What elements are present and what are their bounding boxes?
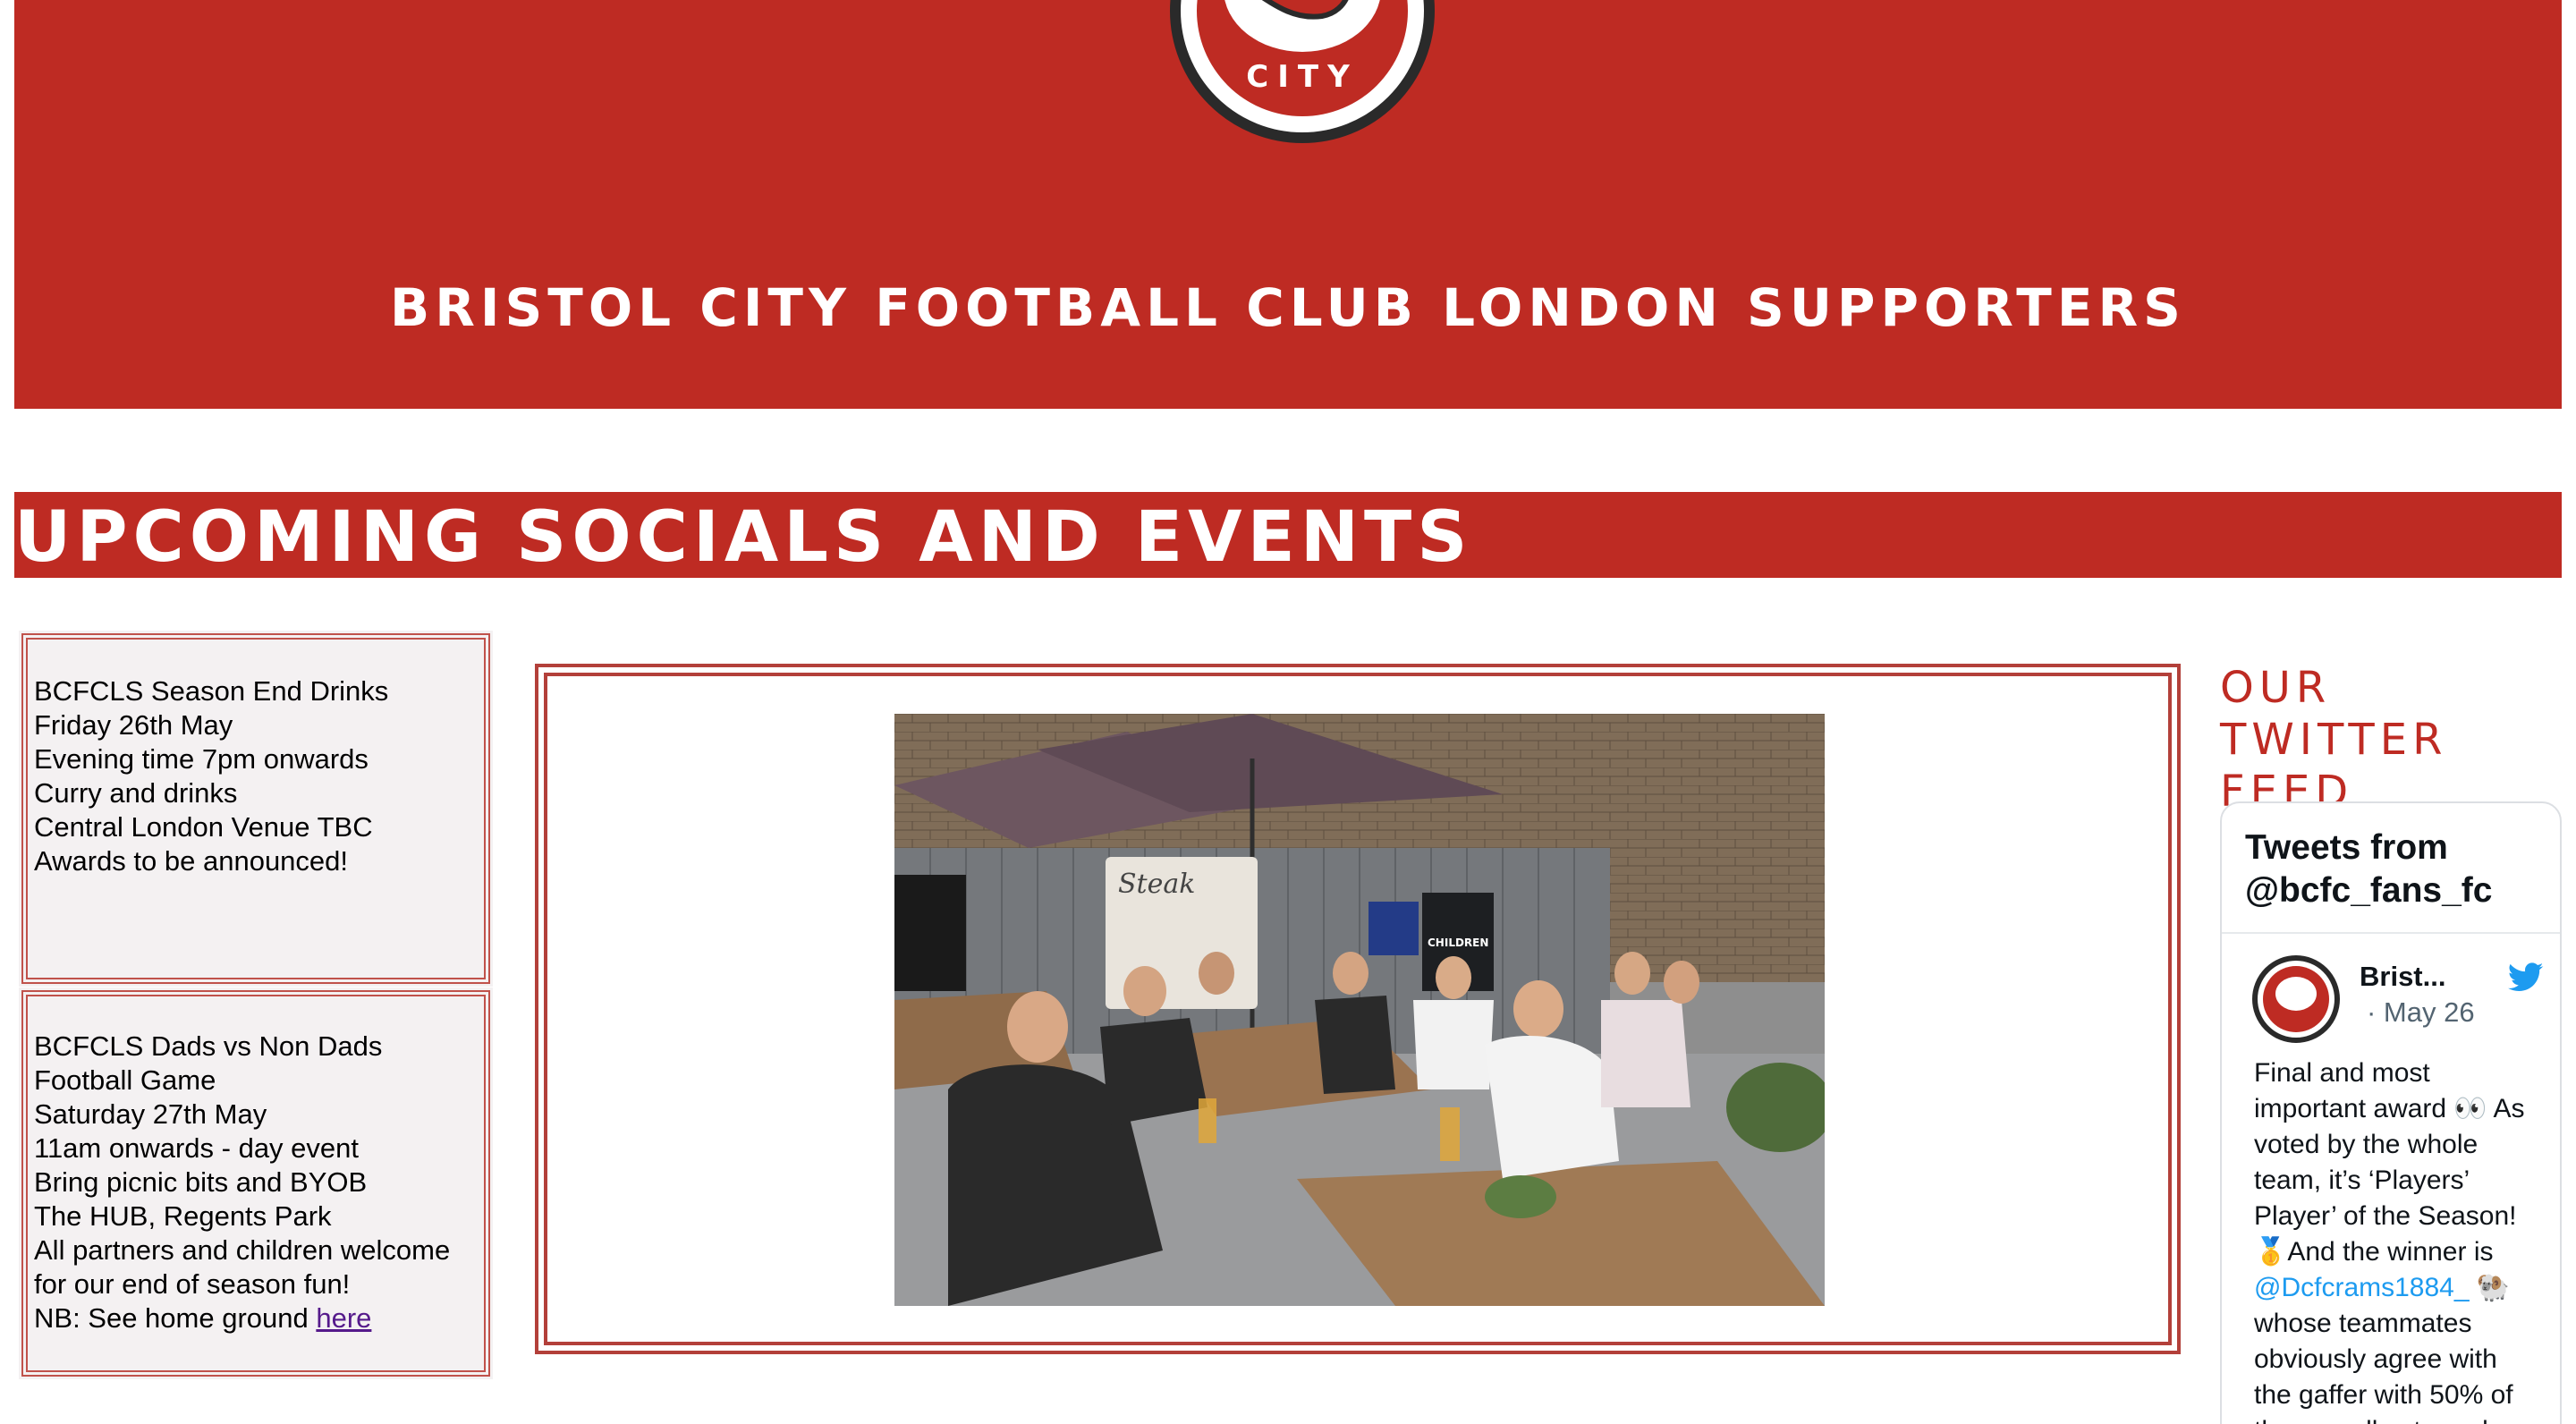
event-line: Awards to be announced! [34,845,349,877]
tweet-mention-link[interactable]: @Dcfcrams1884_ [2254,1273,2470,1302]
twitter-timeline-widget[interactable]: Tweets from @bcfc_fans_fc Brist... · May… [2220,801,2562,1424]
home-ground-link[interactable]: here [316,1302,371,1334]
site-title: BRISTOL CITY FOOTBALL CLUB LONDON SUPPOR… [390,277,2186,338]
site-header: CITY BRISTOL CITY FOOTBALL CLUB LONDON S… [14,0,2562,409]
sign-children-text: CHILDREN [1428,937,1488,949]
event-line: All partners and children welcome [34,1234,451,1266]
event-line: Bring picnic bits and BYOB [34,1166,368,1198]
logo-wordmark: CITY [1246,59,1359,95]
section-title: UPCOMING SOCIALS AND EVENTS [14,497,1473,578]
tweet-author-name[interactable]: Brist... [2360,961,2445,993]
club-logo-icon[interactable]: CITY [1170,0,1435,143]
sign-steak-text: Steak [1118,869,1195,900]
twitter-bird-icon[interactable] [2508,962,2544,993]
event-line: Friday 26th May [34,709,233,741]
event-line: BCFCLS Season End Drinks [34,675,389,707]
group-photo: Steak CHILDREN [894,714,1825,1306]
event-line: Saturday 27th May [34,1098,267,1130]
event-details: BCFCLS Season End Drinks Friday 26th May… [34,674,481,878]
event-card-dads-vs-non-dads: BCFCLS Dads vs Non Dads Football Game Sa… [19,987,493,1379]
event-line: Curry and drinks [34,777,238,809]
robin-emblem-icon [1261,0,1349,20]
event-details: BCFCLS Dads vs Non Dads Football Game Sa… [34,1030,481,1335]
tweet-text: Final and most important award 👀 As vote… [2254,1058,2525,1424]
event-line: BCFCLS Dads vs Non Dads [34,1030,383,1062]
event-line: for our end of season fun! [34,1268,351,1300]
group-photo-image: Steak CHILDREN [894,714,1825,1306]
home-ground-prefix: NB: See home ground [34,1302,317,1334]
event-card-season-end-drinks: BCFCLS Season End Drinks Friday 26th May… [19,631,493,987]
event-line: Football Game [34,1064,216,1096]
twitter-timeline-title[interactable]: Tweets from @bcfc_fans_fc [2222,803,2560,934]
event-line-home-ground: NB: See home ground here [34,1301,481,1335]
event-line: 11am onwards - day event [34,1132,360,1164]
twitter-feed-heading: OUR TWITTER FEED [2220,663,2448,817]
event-line: Central London Venue TBC [34,811,373,843]
section-banner: UPCOMING SOCIALS AND EVENTS [14,492,2562,578]
tweet-date[interactable]: · May 26 [2367,996,2475,1029]
tweet-avatar[interactable] [2252,955,2340,1043]
photo-frame: Steak CHILDREN [535,664,2181,1354]
event-line: The HUB, Regents Park [34,1200,332,1232]
event-line: Evening time 7pm onwards [34,743,369,775]
page: CITY BRISTOL CITY FOOTBALL CLUB LONDON S… [0,0,2576,1424]
